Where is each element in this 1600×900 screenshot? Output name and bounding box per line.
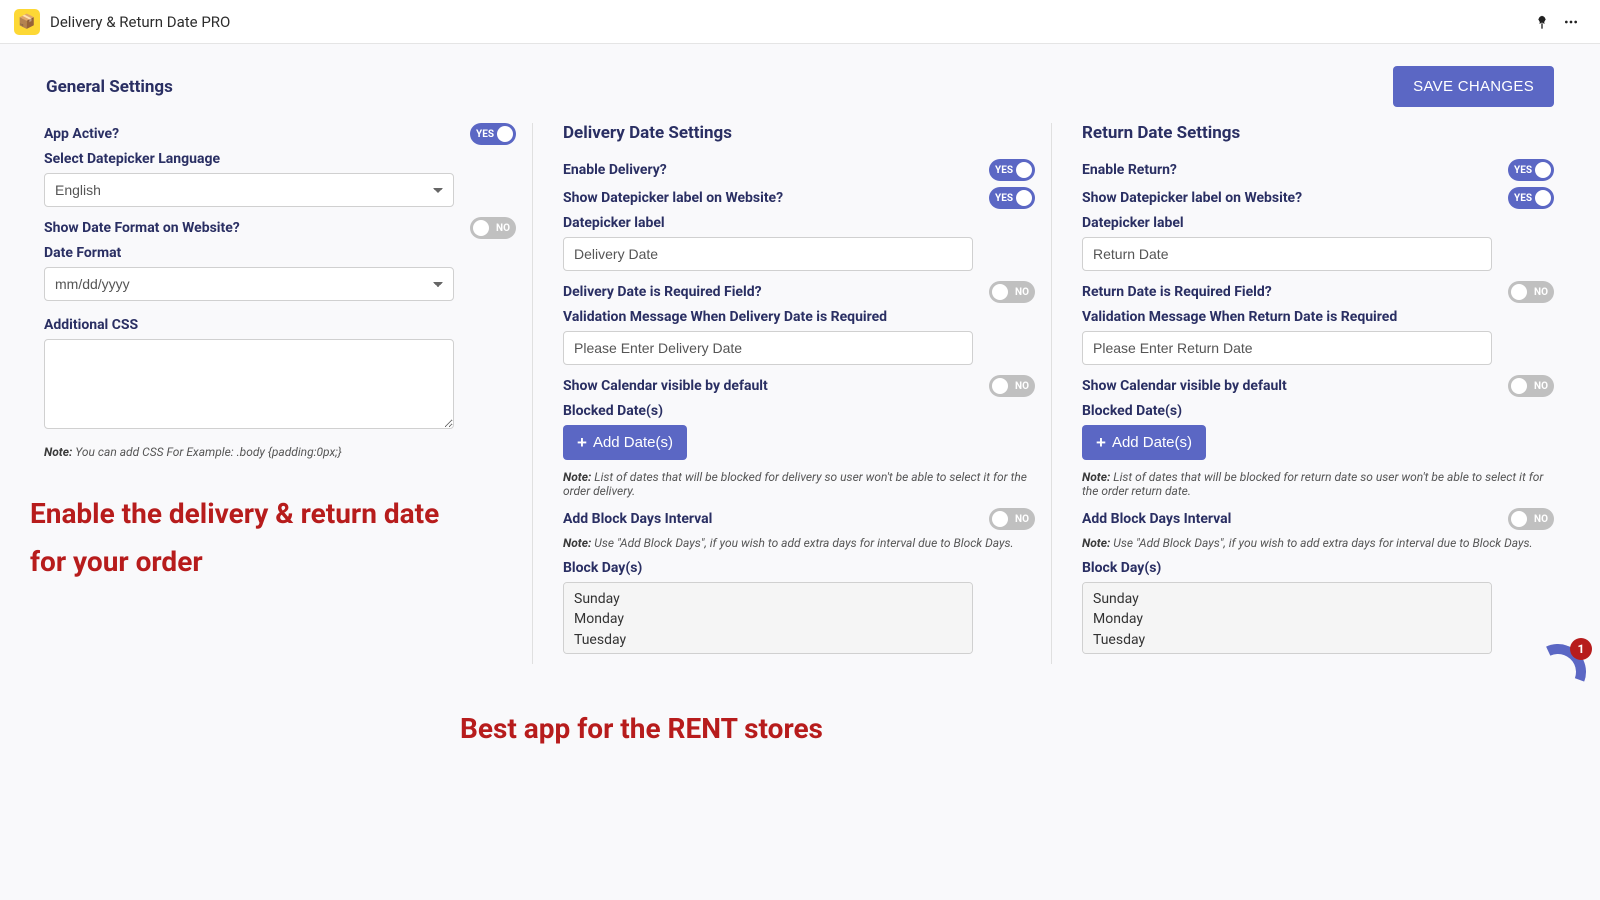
return-validation-label: Validation Message When Return Date is R… — [1082, 309, 1554, 325]
return-block-interval-toggle[interactable]: NO — [1508, 508, 1554, 530]
return-blocked-dates-label: Blocked Date(s) — [1082, 403, 1554, 419]
app-active-label: App Active? — [44, 126, 470, 142]
app-title: Delivery & Return Date PRO — [50, 13, 230, 31]
return-blocked-note: Note: List of dates that will be blocked… — [1082, 470, 1554, 498]
app-icon: 📦 — [14, 9, 40, 35]
plus-icon: + — [577, 434, 587, 451]
return-show-cal-toggle[interactable]: NO — [1508, 375, 1554, 397]
return-interval-note: Note: Use "Add Block Days", if you wish … — [1082, 536, 1554, 550]
datepicker-lang-select[interactable]: English — [44, 173, 454, 207]
marketing-callout: Enable the delivery & return date for yo… — [30, 490, 439, 585]
list-item[interactable]: Wednesday — [1093, 650, 1481, 654]
enable-return-toggle[interactable]: YES — [1508, 159, 1554, 181]
delivery-block-interval-toggle[interactable]: NO — [989, 508, 1035, 530]
return-section-title: Return Date Settings — [1082, 123, 1554, 143]
enable-return-label: Enable Return? — [1082, 162, 1508, 178]
date-format-select[interactable]: mm/dd/yyyy — [44, 267, 454, 301]
show-date-format-label: Show Date Format on Website? — [44, 220, 470, 236]
list-item[interactable]: Tuesday — [574, 630, 962, 650]
delivery-section-title: Delivery Date Settings — [563, 123, 1035, 143]
css-note: Note: You can add CSS For Example: .body… — [44, 445, 516, 459]
more-icon[interactable] — [1556, 10, 1586, 34]
delivery-block-interval-label: Add Block Days Interval — [563, 511, 989, 527]
list-item[interactable]: Sunday — [1093, 589, 1481, 609]
return-block-interval-label: Add Block Days Interval — [1082, 511, 1508, 527]
delivery-required-label: Delivery Date is Required Field? — [563, 284, 989, 300]
delivery-validation-label: Validation Message When Delivery Date is… — [563, 309, 1035, 325]
enable-delivery-label: Enable Delivery? — [563, 162, 989, 178]
page-header: General Settings SAVE CHANGES — [0, 44, 1600, 107]
list-item[interactable]: Sunday — [574, 589, 962, 609]
app-active-toggle[interactable]: YES — [470, 123, 516, 145]
delivery-blocked-dates-label: Blocked Date(s) — [563, 403, 1035, 419]
delivery-interval-note: Note: Use "Add Block Days", if you wish … — [563, 536, 1035, 550]
return-required-toggle[interactable]: NO — [1508, 281, 1554, 303]
return-block-days-listbox[interactable]: Sunday Monday Tuesday Wednesday — [1082, 582, 1492, 654]
delivery-dp-label-label: Datepicker label — [563, 215, 1035, 231]
return-block-days-label: Block Day(s) — [1082, 560, 1554, 576]
datepicker-lang-label: Select Datepicker Language — [44, 151, 516, 167]
additional-css-label: Additional CSS — [44, 317, 516, 333]
delivery-block-days-listbox[interactable]: Sunday Monday Tuesday Wednesday — [563, 582, 973, 654]
delivery-add-dates-button[interactable]: +Add Date(s) — [563, 425, 687, 460]
page-title: General Settings — [46, 77, 173, 97]
delivery-column: Delivery Date Settings Enable Delivery? … — [532, 123, 1051, 664]
delivery-blocked-note: Note: List of dates that will be blocked… — [563, 470, 1035, 498]
delivery-show-dp-label-toggle[interactable]: YES — [989, 187, 1035, 209]
return-show-dp-label-toggle[interactable]: YES — [1508, 187, 1554, 209]
list-item[interactable]: Monday — [574, 609, 962, 629]
pin-icon[interactable] — [1528, 10, 1556, 34]
delivery-show-cal-toggle[interactable]: NO — [989, 375, 1035, 397]
return-validation-input[interactable] — [1082, 331, 1492, 365]
chat-badge: 1 — [1570, 638, 1592, 660]
list-item[interactable]: Tuesday — [1093, 630, 1481, 650]
plus-icon: + — [1096, 434, 1106, 451]
return-show-dp-label-label: Show Datepicker label on Website? — [1082, 190, 1508, 206]
return-dp-label-label: Datepicker label — [1082, 215, 1554, 231]
marketing-tagline: Best app for the RENT stores — [460, 712, 823, 745]
return-column: Return Date Settings Enable Return? YES … — [1051, 123, 1570, 664]
delivery-show-dp-label-label: Show Datepicker label on Website? — [563, 190, 989, 206]
list-item[interactable]: Wednesday — [574, 650, 962, 654]
app-topbar: 📦 Delivery & Return Date PRO — [0, 0, 1600, 44]
save-button[interactable]: SAVE CHANGES — [1393, 66, 1554, 107]
delivery-validation-input[interactable] — [563, 331, 973, 365]
date-format-label: Date Format — [44, 245, 516, 261]
delivery-dp-label-input[interactable] — [563, 237, 973, 271]
return-add-dates-button[interactable]: +Add Date(s) — [1082, 425, 1206, 460]
return-show-cal-label: Show Calendar visible by default — [1082, 378, 1508, 394]
enable-delivery-toggle[interactable]: YES — [989, 159, 1035, 181]
show-date-format-toggle[interactable]: NO — [470, 217, 516, 239]
chat-widget[interactable]: 1 — [1530, 644, 1586, 700]
additional-css-textarea[interactable] — [44, 339, 454, 429]
return-dp-label-input[interactable] — [1082, 237, 1492, 271]
return-required-label: Return Date is Required Field? — [1082, 284, 1508, 300]
delivery-required-toggle[interactable]: NO — [989, 281, 1035, 303]
delivery-block-days-label: Block Day(s) — [563, 560, 1035, 576]
list-item[interactable]: Monday — [1093, 609, 1481, 629]
delivery-show-cal-label: Show Calendar visible by default — [563, 378, 989, 394]
